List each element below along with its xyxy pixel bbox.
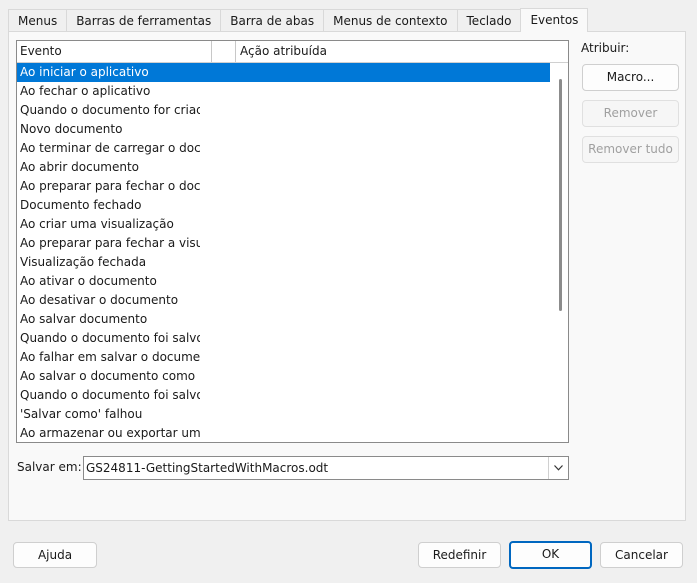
header-assigned-action[interactable]: Ação atribuída xyxy=(236,41,568,62)
list-item[interactable]: Novo documento xyxy=(17,120,200,139)
tab-events[interactable]: Eventos xyxy=(520,8,589,32)
remove-button[interactable]: Remover xyxy=(582,100,679,127)
vertical-scrollbar[interactable] xyxy=(559,79,562,311)
header-separator xyxy=(212,41,236,62)
list-item[interactable]: Quando o documento foi salvo xyxy=(17,329,200,348)
tab-keyboard[interactable]: Teclado xyxy=(456,9,522,31)
tab-tabbar[interactable]: Barra de abas xyxy=(220,9,325,31)
list-item[interactable]: Ao armazenar ou exportar uma cóp xyxy=(17,424,200,442)
list-item[interactable]: Ao fechar o aplicativo xyxy=(17,82,200,101)
events-list[interactable]: Evento Ação atribuída Ao iniciar o aplic… xyxy=(16,40,569,443)
list-item[interactable]: Ao terminar de carregar o docume xyxy=(17,139,200,158)
list-item[interactable]: Ao abrir documento xyxy=(17,158,200,177)
list-item[interactable]: Ao iniciar o aplicativo xyxy=(17,63,550,82)
help-button[interactable]: Ajuda xyxy=(13,542,97,568)
list-item[interactable]: Ao salvar o documento como xyxy=(17,367,200,386)
cancel-button[interactable]: Cancelar xyxy=(600,542,683,568)
ok-button[interactable]: OK xyxy=(509,541,592,569)
list-item[interactable]: Ao salvar documento xyxy=(17,310,200,329)
list-item[interactable]: Ao preparar para fechar a visualiza xyxy=(17,234,200,253)
list-item[interactable]: Ao falhar em salvar o documento xyxy=(17,348,200,367)
list-header: Evento Ação atribuída xyxy=(17,41,568,63)
save-in-select[interactable]: GS24811-GettingStartedWithMacros.odt xyxy=(83,456,569,480)
save-in-label: Salvar em: xyxy=(17,460,82,474)
reset-button[interactable]: Redefinir xyxy=(418,542,501,568)
list-item[interactable]: 'Salvar como' falhou xyxy=(17,405,200,424)
tab-menus[interactable]: Menus xyxy=(8,9,68,31)
macro-button[interactable]: Macro... xyxy=(582,64,679,91)
event-rows: Ao iniciar o aplicativo Ao fechar o apli… xyxy=(17,63,551,442)
list-item[interactable]: Quando o documento foi salvo co xyxy=(17,386,200,405)
tab-context-menus[interactable]: Menus de contexto xyxy=(323,9,458,31)
header-event[interactable]: Evento xyxy=(17,41,212,62)
list-item[interactable]: Quando o documento for criado xyxy=(17,101,200,120)
list-item[interactable]: Visualização fechada xyxy=(17,253,200,272)
assign-label: Atribuir: xyxy=(581,41,630,55)
chevron-down-icon[interactable] xyxy=(548,457,568,479)
list-item[interactable]: Ao preparar para fechar o docume xyxy=(17,177,200,196)
save-in-value: GS24811-GettingStartedWithMacros.odt xyxy=(86,461,329,475)
list-item[interactable]: Ao desativar o documento xyxy=(17,291,200,310)
list-item[interactable]: Ao ativar o documento xyxy=(17,272,200,291)
tab-bar: Menus Barras de ferramentas Barra de aba… xyxy=(8,8,589,32)
tab-toolbars[interactable]: Barras de ferramentas xyxy=(66,9,222,31)
list-item[interactable]: Ao criar uma visualização xyxy=(17,215,200,234)
remove-all-button[interactable]: Remover tudo xyxy=(582,136,679,163)
list-item[interactable]: Documento fechado xyxy=(17,196,200,215)
